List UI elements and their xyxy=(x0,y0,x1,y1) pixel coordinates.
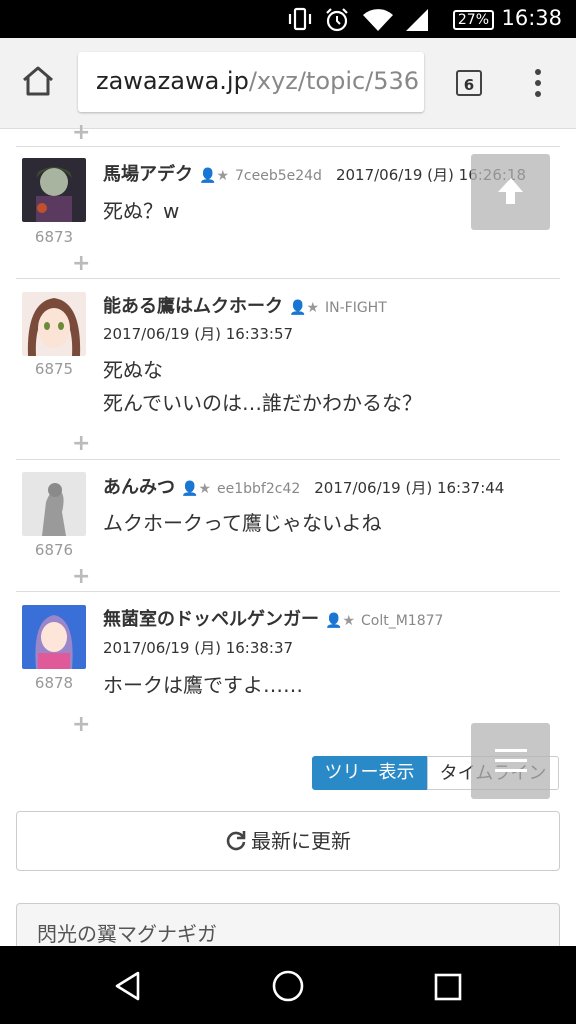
vibrate-icon xyxy=(288,7,312,31)
post-number: 6873 xyxy=(34,228,74,246)
author-name: 無菌室のドッペルゲンガー 👤★ Colt_M1877 xyxy=(103,605,443,631)
divider xyxy=(16,278,560,279)
post-date: 2017/06/19 (月) 16:38:37 xyxy=(103,639,294,657)
signal-icon xyxy=(406,9,428,31)
user-star-icon: 👤★ xyxy=(199,168,229,184)
post-line: ホークは鷹ですよ…… xyxy=(103,673,303,697)
refresh-icon xyxy=(226,831,246,851)
user-id: IN-FIGHT xyxy=(325,300,387,316)
home-nav-icon[interactable] xyxy=(271,969,305,1003)
refresh-label: 最新に更新 xyxy=(251,829,351,853)
post-body: ホークは鷹ですよ…… xyxy=(103,669,303,702)
post-number: 6878 xyxy=(34,674,74,692)
recents-icon[interactable] xyxy=(434,973,462,1001)
floating-menu-button[interactable] xyxy=(471,723,550,799)
reply-plus-button[interactable]: + xyxy=(72,120,90,145)
tree-view-button[interactable]: ツリー表示 xyxy=(312,756,427,790)
divider xyxy=(16,591,560,592)
alarm-icon xyxy=(326,8,348,32)
post-body: ムクホークって鷹じゃないよね xyxy=(103,507,382,540)
clock: 16:38 xyxy=(501,6,562,30)
author-name: 能ある鷹はムクホーク 👤★ IN-FIGHT xyxy=(103,292,387,318)
avatar xyxy=(22,472,86,536)
overflow-menu-icon[interactable] xyxy=(530,68,546,98)
user-id: 7ceeb5e24d xyxy=(235,168,322,184)
battery-indicator: 27% xyxy=(452,10,494,30)
home-icon[interactable] xyxy=(20,65,56,97)
scroll-to-top-button[interactable] xyxy=(471,154,550,230)
author-name-text[interactable]: 能ある鷹はムクホーク xyxy=(103,296,283,317)
user-id: Colt_M1877 xyxy=(361,613,444,629)
browser-toolbar: zawazawa.jp/xyz/topic/536 6 xyxy=(0,38,576,129)
back-icon[interactable] xyxy=(112,970,144,1002)
reply-plus-button[interactable]: + xyxy=(72,431,90,456)
author-name: あんみつ 👤★ ee1bbf2c42 2017/06/19 (月) 16:37:44 xyxy=(103,473,504,499)
author-name-text[interactable]: 馬場アデク xyxy=(103,164,193,185)
reply-plus-button[interactable]: + xyxy=(72,251,90,276)
refresh-button[interactable]: 最新に更新 xyxy=(16,811,560,871)
user-star-icon: 👤★ xyxy=(289,300,319,316)
hamburger-icon xyxy=(495,749,527,772)
avatar xyxy=(22,292,86,356)
divider xyxy=(16,146,560,147)
tab-switcher-button[interactable]: 6 xyxy=(456,70,482,96)
post-body: 死ぬ？w xyxy=(103,195,179,228)
user-star-icon: 👤★ xyxy=(325,613,355,629)
reply-plus-button[interactable]: + xyxy=(72,712,90,737)
user-star-icon: 👤★ xyxy=(181,481,211,497)
avatar xyxy=(22,158,86,222)
navigation-bar xyxy=(0,946,576,1024)
reply-plus-button[interactable]: + xyxy=(72,564,90,589)
post-line: 死ぬ？w xyxy=(103,199,180,223)
post-number: 6876 xyxy=(34,541,74,559)
url-path: /xyz/topic/536 xyxy=(248,67,420,95)
post-date: 2017/06/19 (月) 16:37:44 xyxy=(314,479,505,497)
author-name: 馬場アデク 👤★ 7ceeb5e24d 2017/06/19 (月) 16:26:18 xyxy=(103,160,526,186)
post-line: 死ぬな xyxy=(103,358,163,382)
author-name-text[interactable]: 無菌室のドッペルゲンガー xyxy=(103,609,319,630)
post-number: 6875 xyxy=(34,360,74,378)
post-body: 死ぬな 死んでいいのは…誰だかわかるな？ xyxy=(103,354,422,420)
avatar xyxy=(22,605,86,669)
divider xyxy=(16,459,560,460)
post-line: 死んでいいのは…誰だかわかるな？ xyxy=(103,391,422,415)
user-id: ee1bbf2c42 xyxy=(217,481,301,497)
author-name-text[interactable]: あんみつ xyxy=(103,477,175,498)
arrow-up-icon xyxy=(498,178,523,204)
panel-title: 閃光の翼マグナギガ xyxy=(37,922,217,946)
url-bar[interactable]: zawazawa.jp/xyz/topic/536 xyxy=(78,52,424,112)
post-line: ムクホークって鷹じゃないよね xyxy=(103,511,382,535)
post-date: 2017/06/19 (月) 16:33:57 xyxy=(103,325,294,343)
url-host: zawazawa.jp xyxy=(96,67,249,95)
wifi-icon xyxy=(363,9,393,32)
status-bar: 27% 16:38 xyxy=(0,0,576,38)
